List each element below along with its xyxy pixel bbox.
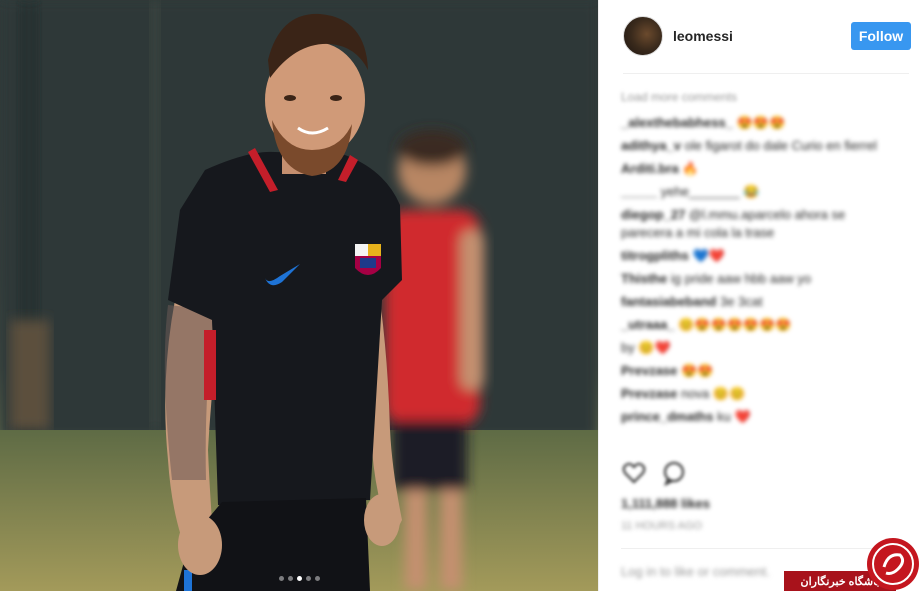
carousel-dot-active[interactable] xyxy=(296,576,302,581)
comment-username[interactable]: _alexthebabhess_ xyxy=(621,115,733,130)
comment-item: by 😊❤️ xyxy=(621,339,881,357)
header-divider xyxy=(623,73,909,74)
load-more-comments-link[interactable]: Load more comments xyxy=(621,90,881,104)
comment-item: Prevzase 😍😍 xyxy=(621,362,881,380)
avatar[interactable] xyxy=(623,16,663,56)
comment-text: ole figarot do dale Curio en fierrel xyxy=(684,138,877,153)
comment-username[interactable]: titrogpliths xyxy=(621,248,689,263)
comment-username[interactable]: _____ xyxy=(621,184,657,199)
carousel-dot[interactable] xyxy=(278,576,284,581)
post-header: leomessi Follow xyxy=(599,0,920,72)
comment-text: by xyxy=(621,340,635,355)
comment-emoji: ❤️ xyxy=(734,409,751,424)
comment-emoji: 🔥 xyxy=(682,161,699,176)
carousel-dot[interactable] xyxy=(287,576,293,581)
watermark-logo-icon xyxy=(867,538,919,590)
follow-button[interactable]: Follow xyxy=(851,22,911,50)
comments-list: Load more comments _alexthebabhess_ 😍😍😍 a… xyxy=(621,90,881,431)
comment-icon[interactable] xyxy=(661,460,687,487)
comment-username[interactable]: Prevzase xyxy=(621,386,677,401)
comment-item: fantasiabeband 3e 3cat xyxy=(621,293,881,311)
comment-emoji: 😊😊 xyxy=(712,386,746,401)
comment-text: ku xyxy=(717,409,731,424)
username[interactable]: leomessi xyxy=(673,28,851,44)
footer-divider xyxy=(621,548,907,549)
comment-item: Thisthe ig pride aaw hbb aaw yo xyxy=(621,270,881,288)
comment-emoji: 😍😍 xyxy=(681,363,714,378)
comment-emoji: 💙❤️ xyxy=(692,248,725,263)
comment-emoji: 😊❤️ xyxy=(638,340,671,355)
post-photo[interactable] xyxy=(0,0,598,591)
comment-item: _utraaa_ 😊😍😍😍😍😍😍 xyxy=(621,316,881,334)
comment-text: 3e 3cat xyxy=(719,294,763,309)
comment-emoji: 😍😍😍 xyxy=(736,115,786,130)
comment-item: prince_dmaths ku ❤️ xyxy=(621,408,881,426)
post-timestamp: 11 HOURS AGO xyxy=(621,520,703,532)
comment-item: adithya_v ole figarot do dale Curio en f… xyxy=(621,137,881,155)
post-sidebar: leomessi Follow Load more comments _alex… xyxy=(598,0,920,591)
comment-emoji: 😂 xyxy=(743,184,760,199)
heart-icon[interactable] xyxy=(621,460,647,486)
photo-illustration xyxy=(0,0,598,591)
comment-username[interactable]: fantasiabeband xyxy=(621,294,716,309)
comment-username[interactable]: diegop_27 xyxy=(621,207,685,222)
comment-username[interactable]: _utraaa_ xyxy=(621,317,674,332)
add-comment-prompt[interactable]: Log in to like or comment. xyxy=(621,564,770,579)
post-actions xyxy=(621,460,687,487)
carousel-dot[interactable] xyxy=(314,576,320,581)
comment-item: diegop_27 @l.mmu.aparcelo ahora se parec… xyxy=(621,206,881,242)
comment-text: nova xyxy=(681,386,710,401)
comment-item: _alexthebabhess_ 😍😍😍 xyxy=(621,114,881,132)
comment-item: titrogpliths 💙❤️ xyxy=(621,247,881,265)
comment-item: Prevzase nova 😊😊 xyxy=(621,385,881,403)
comment-text: yehe_______ xyxy=(660,184,740,199)
comment-username[interactable]: adithya_v xyxy=(621,138,681,153)
comment-item: Arditi.bra 🔥 xyxy=(621,160,881,178)
carousel-dot[interactable] xyxy=(305,576,311,581)
comment-text: ig pride aaw hbb aaw yo xyxy=(670,271,812,286)
comment-username[interactable]: Prevzase xyxy=(621,363,677,378)
comment-username[interactable]: Arditi.bra xyxy=(621,161,679,176)
comment-username[interactable]: prince_dmaths xyxy=(621,409,713,424)
likes-count[interactable]: 1,111,888 likes xyxy=(621,496,710,511)
comment-username[interactable]: Thisthe xyxy=(621,271,667,286)
comment-emoji: 😊😍😍😍😍😍😍 xyxy=(678,317,792,332)
comment-item: _____ yehe_______ 😂 xyxy=(621,183,881,201)
carousel-dots xyxy=(0,576,598,581)
